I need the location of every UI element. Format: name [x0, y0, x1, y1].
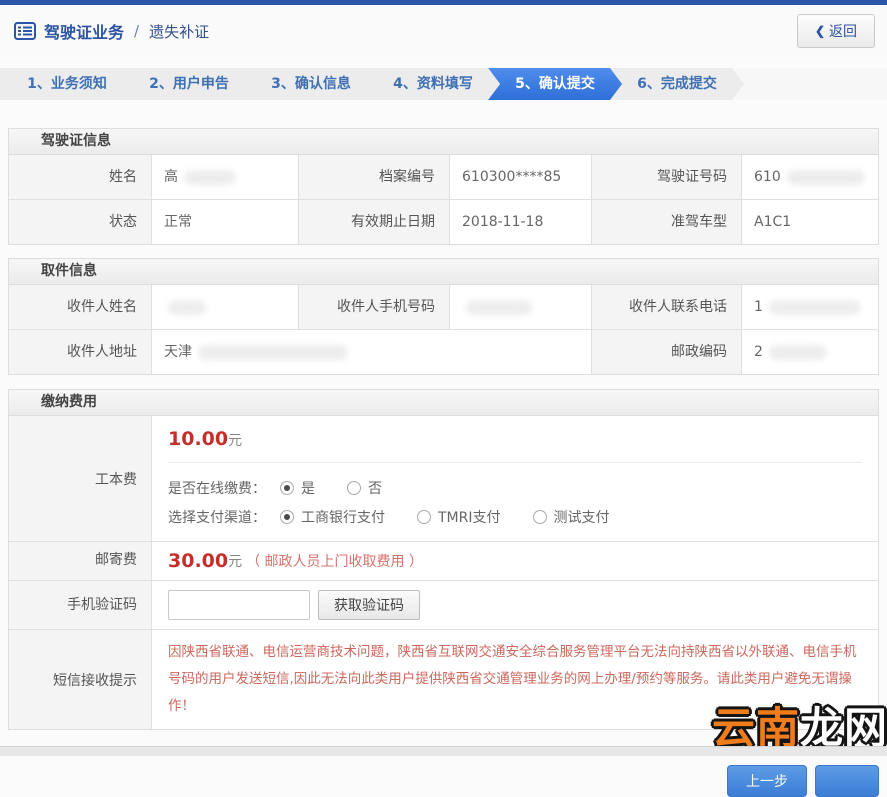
back-button-label: 返回	[829, 23, 857, 39]
get-code-button[interactable]: 获取验证码	[318, 590, 420, 620]
file-no-label: 档案编号	[298, 155, 449, 199]
sms-tip-text: 因陕西省联通、电信运营商技术问题，陕西省互联网交通安全综合服务管理平台无法向持陕…	[151, 629, 878, 729]
vehicle-class-label: 准驾车型	[591, 199, 741, 244]
online-pay-label: 是否在线缴费：	[168, 480, 266, 497]
step-bar-filler	[732, 68, 887, 100]
step-progress-bar: 1、业务须知 2、用户申告 3、确认信息 4、资料填写 5、确认提交 6、完成提…	[0, 68, 887, 100]
recipient-name-value	[151, 285, 298, 329]
status-value: 正常	[151, 199, 298, 244]
sms-code-cell: 获取验证码	[151, 580, 878, 629]
page-subtitle: 遗失补证	[149, 22, 210, 41]
redacted-text	[198, 344, 348, 360]
redacted-text	[786, 169, 865, 185]
cost-fee-cell: 10.00元 是否在线缴费： 是 否 选择支付渠道： 工商银行支付 TMRI支付…	[151, 416, 878, 541]
license-no-label: 驾驶证号码	[591, 155, 741, 199]
sms-tip-label: 短信接收提示	[9, 629, 151, 729]
payment-title: 缴纳费用	[9, 390, 878, 416]
step-1-notice: 1、业务须知	[0, 68, 134, 100]
channel-option-tmri[interactable]: TMRI支付	[417, 507, 501, 527]
name-label: 姓名	[9, 155, 151, 199]
step-4-fill-data: 4、资料填写	[366, 68, 500, 100]
footer-actions: 上一步	[8, 752, 879, 797]
cost-fee-amount: 10.00元	[168, 428, 862, 463]
license-info-table: 驾驶证信息 姓名 高 档案编号 610300****85 驾驶证号码 610 状…	[8, 128, 879, 245]
expiry-label: 有效期止日期	[298, 199, 449, 244]
recipient-address-label: 收件人地址	[9, 329, 151, 374]
channel-option-icbc[interactable]: 工商银行支付	[280, 507, 385, 527]
sms-code-label: 手机验证码	[9, 580, 151, 629]
back-button[interactable]: ❮ 返回	[796, 14, 875, 48]
page-title: 驾驶证业务	[44, 23, 125, 42]
pickup-info-title: 取件信息	[9, 259, 878, 285]
radio-selected-icon[interactable]	[280, 480, 294, 495]
redacted-text	[466, 299, 532, 315]
cost-fee-label: 工本费	[9, 416, 151, 541]
file-no-value: 610300****85	[449, 155, 591, 199]
radio-unselected-icon[interactable]	[532, 509, 547, 524]
license-list-icon	[14, 22, 36, 40]
redacted-text	[768, 344, 827, 360]
recipient-name-label: 收件人姓名	[9, 285, 151, 329]
name-value: 高	[151, 155, 298, 199]
vehicle-class-value: A1C1	[741, 199, 878, 244]
bottom-strip	[0, 746, 887, 756]
status-label: 状态	[9, 199, 151, 244]
pickup-info-table: 取件信息 收件人姓名 收件人手机号码 收件人联系电话 1 收件人地址 天津 邮政…	[8, 258, 879, 375]
online-pay-option-no[interactable]: 否	[347, 478, 382, 498]
recipient-phone-label: 收件人联系电话	[591, 285, 741, 329]
recipient-mobile-label: 收件人手机号码	[298, 285, 449, 329]
radio-selected-icon[interactable]	[280, 509, 294, 524]
license-no-value: 610	[741, 155, 878, 199]
submit-button[interactable]	[815, 765, 879, 797]
prev-step-button[interactable]: 上一步	[727, 765, 807, 797]
radio-unselected-icon[interactable]	[417, 509, 431, 524]
online-pay-row: 是否在线缴费： 是 否	[168, 473, 862, 502]
sms-code-input[interactable]	[168, 590, 310, 620]
payment-table: 缴纳费用 工本费 10.00元 是否在线缴费： 是 否 选择支付渠道： 工商银行…	[8, 389, 879, 730]
redacted-text	[184, 169, 236, 185]
postage-note: （ 邮政人员上门收取费用 ）	[246, 554, 424, 570]
recipient-mobile-value	[449, 285, 591, 329]
postcode-label: 邮政编码	[591, 329, 741, 374]
online-pay-option-yes[interactable]: 是	[280, 478, 315, 498]
pay-channel-row: 选择支付渠道： 工商银行支付 TMRI支付 测试支付	[168, 502, 862, 531]
recipient-address-value: 天津	[151, 329, 591, 374]
postage-fee-cell: 30.00 元 （ 邮政人员上门收取费用 ）	[151, 541, 878, 580]
step-6-complete: 6、完成提交	[610, 68, 744, 100]
postage-fee-label: 邮寄费	[9, 541, 151, 580]
redacted-text	[168, 299, 206, 315]
page-header: 驾驶证业务 / 遗失补证 ❮ 返回	[0, 5, 887, 57]
postcode-value: 2	[741, 329, 878, 374]
recipient-phone-value: 1	[741, 285, 878, 329]
back-chevron-icon: ❮	[814, 24, 825, 38]
step-3-confirm-info: 3、确认信息	[244, 68, 378, 100]
redacted-text	[768, 299, 861, 315]
expiry-value: 2018-11-18	[449, 199, 591, 244]
breadcrumb-separator: /	[134, 22, 140, 40]
title-area: 驾驶证业务 / 遗失补证	[14, 19, 209, 43]
channel-option-test[interactable]: 测试支付	[532, 507, 610, 527]
step-2-declaration: 2、用户申告	[122, 68, 256, 100]
step-5-confirm-submit: 5、确认提交	[488, 68, 622, 100]
pay-channel-label: 选择支付渠道：	[168, 509, 266, 526]
license-info-title: 驾驶证信息	[9, 129, 878, 155]
radio-unselected-icon[interactable]	[347, 480, 361, 495]
